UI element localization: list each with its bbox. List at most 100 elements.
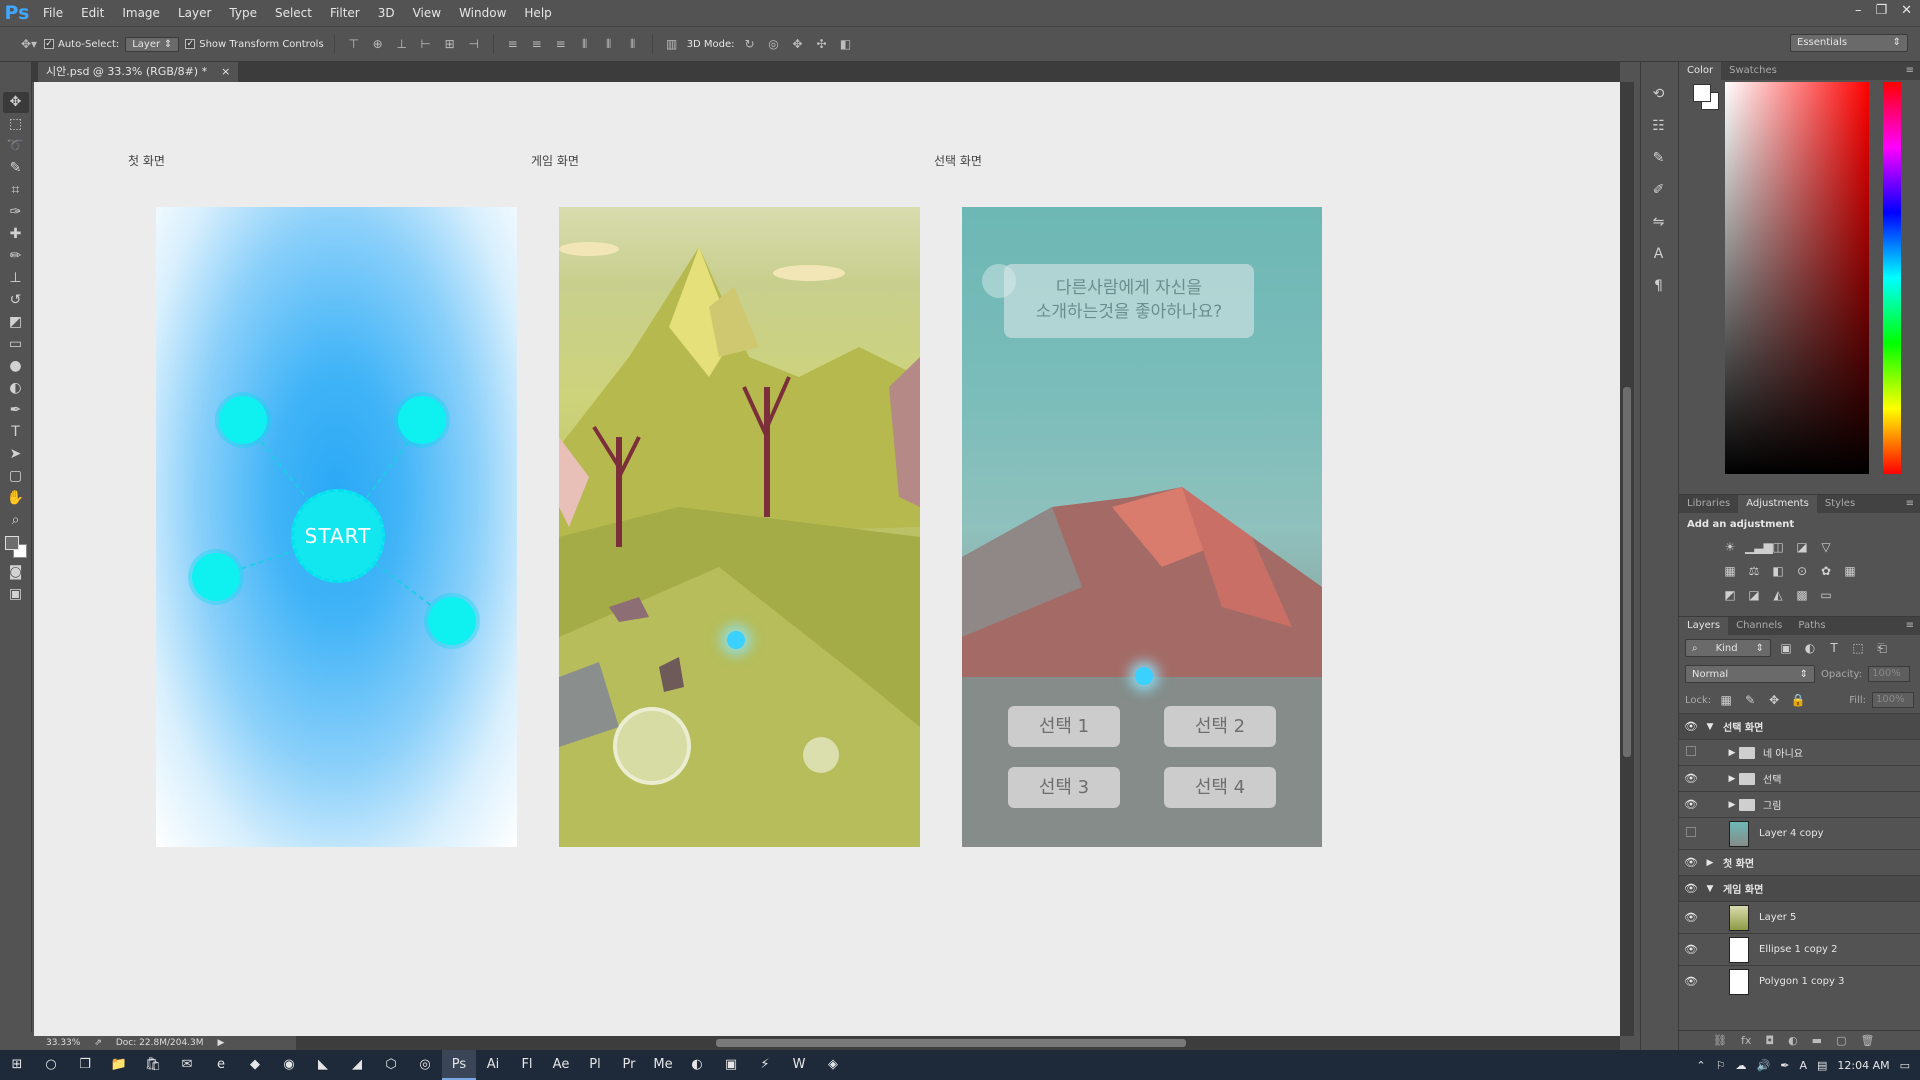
brightness-contrast-icon[interactable]: ☀ — [1721, 538, 1739, 556]
task-view-icon[interactable]: ❐ — [68, 1050, 102, 1080]
document-tab[interactable]: 시안.psd @ 33.3% (RGB/8#) * × — [38, 62, 239, 82]
vscode-icon[interactable]: ◢ — [340, 1050, 374, 1080]
filter-type-icon[interactable]: T — [1825, 639, 1843, 657]
acrobat-taskbar-icon[interactable]: ⚡ — [748, 1050, 782, 1080]
tab-styles[interactable]: Styles — [1817, 495, 1863, 513]
layer-ellipse-1-copy-2[interactable]: 👁 Ellipse 1 copy 2 — [1679, 933, 1920, 965]
tab-channels[interactable]: Channels — [1728, 617, 1790, 635]
curves-icon[interactable]: ◫ — [1769, 538, 1787, 556]
3d-roll-icon[interactable]: ◎ — [765, 36, 783, 52]
healing-brush-tool-icon[interactable]: ✚ — [3, 224, 29, 245]
premiere-taskbar-icon[interactable]: Pr — [612, 1050, 646, 1080]
menu-node-bottom-left[interactable] — [192, 553, 240, 601]
screen-mode-icon[interactable]: ▣ — [3, 584, 29, 605]
artboard-select-screen[interactable]: 다른사람에게 자신을 소개하는것을 좋아하나요? 선택 1 선택 2 선택 3 … — [962, 207, 1322, 847]
after-effects-taskbar-icon[interactable]: Ae — [544, 1050, 578, 1080]
action-button[interactable] — [803, 737, 839, 773]
choice-button-1[interactable]: 선택 1 — [1008, 706, 1120, 747]
doc-size-info[interactable]: Doc: 22.8M/204.3M — [116, 1038, 204, 1048]
windows-start-icon[interactable]: ⊞ — [0, 1050, 34, 1080]
blend-mode-dropdown[interactable]: Normal ⇕ — [1685, 665, 1815, 683]
word-taskbar-icon[interactable]: W — [782, 1050, 816, 1080]
filter-shape-icon[interactable]: ⬚ — [1849, 639, 1867, 657]
vertical-scrollbar[interactable] — [1620, 82, 1634, 1036]
eraser-tool-icon[interactable]: ◩ — [3, 312, 29, 333]
mail-icon[interactable]: ✉ — [170, 1050, 204, 1080]
expand-caret-icon[interactable]: ▼ — [1703, 884, 1717, 894]
color-picker-field[interactable] — [1725, 82, 1869, 474]
color-swatches[interactable] — [3, 534, 29, 560]
posterize-icon[interactable]: ◪ — [1745, 586, 1763, 604]
lock-position-icon[interactable]: ✥ — [1765, 691, 1783, 709]
canvas[interactable]: 첫 화면 게임 화면 선택 화면 START 다른사람에게 자신을 소개하는것을… — [34, 82, 1620, 1036]
menu-view[interactable]: View — [404, 0, 450, 26]
layer-layer-4-copy[interactable]: Layer 4 copy — [1679, 817, 1920, 849]
show-transform-controls-checkbox[interactable]: ✓ Show Transform Controls — [185, 39, 324, 50]
hand-tool-icon[interactable]: ✋ — [3, 488, 29, 509]
workspace-dropdown[interactable]: Essentials ⇕ — [1790, 34, 1908, 52]
expand-caret-icon[interactable]: ▼ — [1703, 722, 1717, 732]
filter-pixel-icon[interactable]: ▣ — [1777, 639, 1795, 657]
menu-select[interactable]: Select — [266, 0, 321, 26]
app-icon[interactable]: ⬡ — [374, 1050, 408, 1080]
new-adjustment-icon[interactable]: ◐ — [1788, 1034, 1798, 1047]
lock-pixels-icon[interactable]: ✎ — [1741, 691, 1759, 709]
choice-button-2[interactable]: 선택 2 — [1164, 706, 1276, 747]
visibility-eye-icon[interactable]: 👁 — [1679, 720, 1703, 733]
app-icon[interactable]: ◐ — [680, 1050, 714, 1080]
marquee-tool-icon[interactable]: ⬚ — [3, 114, 29, 135]
start-button[interactable]: START — [291, 489, 385, 583]
lock-transparent-icon[interactable]: ▦ — [1717, 691, 1735, 709]
file-explorer-icon[interactable]: 📁 — [102, 1050, 136, 1080]
invert-icon[interactable]: ◩ — [1721, 586, 1739, 604]
layer-layer-5[interactable]: 👁 Layer 5 — [1679, 901, 1920, 933]
panel-menu-icon[interactable]: ≡ — [1906, 62, 1914, 80]
zoom-tool-icon[interactable]: ⌕ — [3, 510, 29, 531]
eyedropper-tool-icon[interactable]: ✑ — [3, 202, 29, 223]
photo-filter-icon[interactable]: ⊙ — [1793, 562, 1811, 580]
status-menu-arrow-icon[interactable]: ▶ — [218, 1038, 225, 1048]
distribute-right-icon[interactable]: ⦀ — [624, 36, 642, 52]
app-icon[interactable]: ▣ — [714, 1050, 748, 1080]
lasso-tool-icon[interactable]: ➰ — [3, 136, 29, 157]
blur-tool-icon[interactable]: ● — [3, 356, 29, 377]
hue-slider[interactable] — [1883, 82, 1901, 474]
color-balance-icon[interactable]: ⚖ — [1745, 562, 1763, 580]
app-icon[interactable]: ◉ — [272, 1050, 306, 1080]
search-icon[interactable]: ○ — [34, 1050, 68, 1080]
menu-edit[interactable]: Edit — [72, 0, 113, 26]
visibility-eye-icon[interactable]: 👁 — [1679, 798, 1703, 811]
collapse-caret-icon[interactable]: ▶ — [1725, 748, 1739, 758]
paragraph-panel-icon[interactable]: ¶ — [1648, 276, 1670, 296]
clone-stamp-tool-icon[interactable]: ⊥ — [3, 268, 29, 289]
visual-studio-icon[interactable]: ◣ — [306, 1050, 340, 1080]
auto-select-target-dropdown[interactable]: Layer ⇕ — [125, 36, 180, 52]
visibility-off-icon[interactable] — [1679, 746, 1703, 759]
crop-tool-icon[interactable]: ⌗ — [3, 180, 29, 201]
close-tab-icon[interactable]: × — [221, 62, 230, 82]
tab-adjustments[interactable]: Adjustments — [1738, 495, 1817, 513]
dodge-tool-icon[interactable]: ◐ — [3, 378, 29, 399]
store-icon[interactable]: 🛍 — [136, 1050, 170, 1080]
horizontal-scroll-thumb[interactable] — [716, 1039, 1186, 1047]
app-icon[interactable]: ◎ — [408, 1050, 442, 1080]
gradient-map-icon[interactable]: ▭ — [1817, 586, 1835, 604]
3d-slide-icon[interactable]: ✣ — [813, 36, 831, 52]
illustrator-taskbar-icon[interactable]: Ai — [476, 1050, 510, 1080]
add-mask-icon[interactable]: ◘ — [1765, 1034, 1774, 1047]
tab-layers[interactable]: Layers — [1679, 617, 1729, 635]
layer-group-choice[interactable]: 👁 ▶ 선택 — [1679, 765, 1920, 791]
threshold-icon[interactable]: ◭ — [1769, 586, 1787, 604]
prelude-taskbar-icon[interactable]: Pl — [578, 1050, 612, 1080]
notifications-icon[interactable]: ▭ — [1900, 1059, 1910, 1072]
pen-tool-icon[interactable]: ✒ — [3, 400, 29, 421]
virtual-joystick[interactable] — [613, 707, 691, 785]
layer-group-picture[interactable]: 👁 ▶ 그림 — [1679, 791, 1920, 817]
auto-select-checkbox[interactable]: ✓ Auto-Select: — [44, 39, 119, 50]
distribute-vcenter-icon[interactable]: ≡ — [528, 36, 546, 52]
menu-file[interactable]: File — [34, 0, 72, 26]
restore-button[interactable]: ❐ — [1875, 0, 1887, 22]
volume-icon[interactable]: 🔊 — [1757, 1059, 1771, 1072]
collapse-caret-icon[interactable]: ▶ — [1703, 858, 1717, 868]
panel-menu-icon[interactable]: ≡ — [1906, 495, 1914, 513]
